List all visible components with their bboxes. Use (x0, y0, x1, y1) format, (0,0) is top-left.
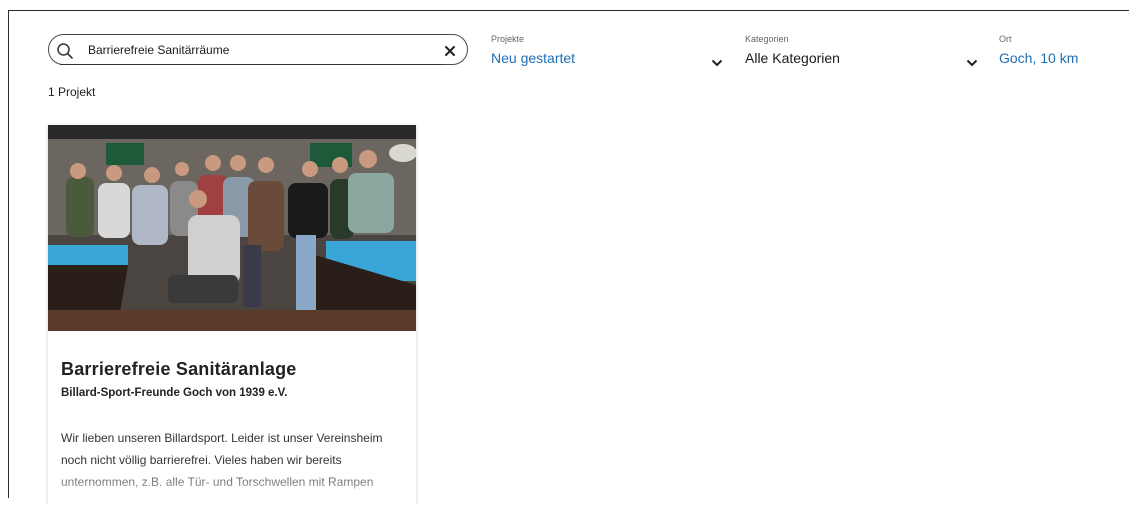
project-title[interactable]: Barrierefreie Sanitäranlage (61, 359, 297, 380)
kategorien-label: Kategorien (745, 34, 789, 44)
kategorien-dropdown[interactable]: Kategorien Alle Kategorien (745, 34, 978, 67)
kategorien-value: Alle Kategorien (745, 50, 840, 66)
result-count: 1 Projekt (48, 85, 96, 99)
projekte-label: Projekte (491, 34, 525, 44)
content-frame-left (8, 10, 9, 498)
projekte-dropdown[interactable]: Projekte Neu gestartet (491, 34, 723, 67)
project-card[interactable]: Barrierefreie Sanitäranlage Billard-Spor… (48, 125, 416, 505)
project-photo[interactable] (48, 125, 416, 331)
search-input[interactable] (88, 41, 428, 59)
chevron-down-icon[interactable] (966, 54, 978, 67)
close-icon[interactable] (442, 43, 458, 59)
text-fade (48, 465, 416, 505)
search-underline (60, 64, 442, 65)
project-organization: Billard-Sport-Freunde Goch von 1939 e.V. (61, 387, 288, 399)
ort-filter[interactable]: Ort Goch, 10 km (999, 34, 1119, 66)
ort-value: Goch, 10 km (999, 50, 1079, 66)
ort-label: Ort (999, 34, 1012, 44)
projekte-value: Neu gestartet (491, 50, 576, 66)
chevron-down-icon[interactable] (711, 54, 723, 67)
content-frame-top (8, 10, 1129, 11)
search-icon[interactable] (56, 42, 74, 60)
